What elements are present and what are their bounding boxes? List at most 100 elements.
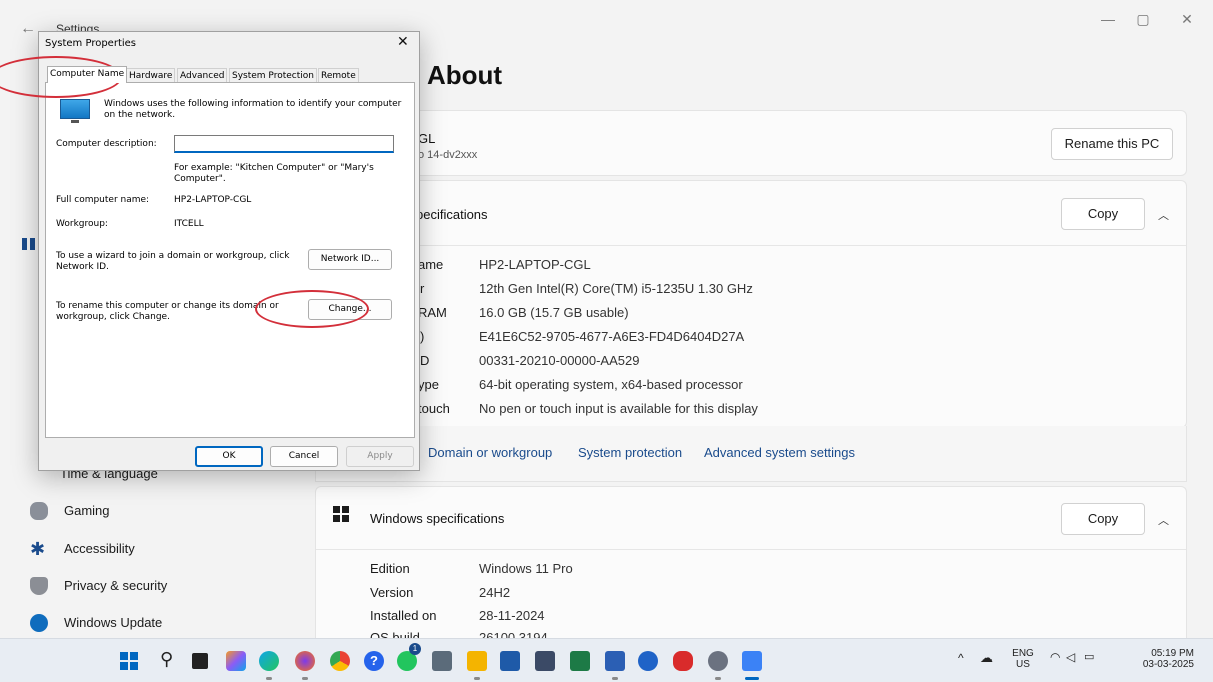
gamepad-icon bbox=[30, 502, 48, 520]
accessibility-icon: ✱ bbox=[30, 539, 46, 559]
dialog-title: System Properties bbox=[45, 38, 137, 49]
firefox-icon[interactable] bbox=[295, 651, 315, 671]
edge-icon[interactable] bbox=[259, 651, 279, 671]
computer-description-input[interactable] bbox=[174, 135, 394, 153]
example-text: For example: "Kitchen Computer" or "Mary… bbox=[174, 163, 374, 184]
copy-windows-specs-button[interactable]: Copy bbox=[1061, 503, 1145, 535]
copy-device-specs-button[interactable]: Copy bbox=[1061, 198, 1145, 230]
spec-value-processor: 12th Gen Intel(R) Core(TM) i5-1235U 1.30… bbox=[479, 281, 753, 296]
spec-label: ame bbox=[418, 257, 444, 272]
clock-date: 03-03-2025 bbox=[1142, 659, 1194, 670]
spec-label-os-build: OS build bbox=[370, 630, 420, 638]
running-indicator bbox=[302, 677, 308, 680]
control-panel-icon[interactable] bbox=[500, 651, 520, 671]
intro-text: Windows uses the following information t… bbox=[104, 99, 402, 120]
system-protection-link[interactable]: System protection bbox=[578, 445, 682, 460]
spec-value-product-id: 00331-20210-00000-AA529 bbox=[479, 353, 640, 368]
teams-icon[interactable] bbox=[638, 651, 658, 671]
battery-icon[interactable]: ▭ bbox=[1084, 652, 1094, 663]
word-icon[interactable] bbox=[605, 651, 625, 671]
domain-or-workgroup-link[interactable]: Domain or workgroup bbox=[428, 445, 552, 460]
help-icon[interactable]: ? bbox=[364, 651, 384, 671]
spec-value-device-name: HP2-LAPTOP-CGL bbox=[479, 257, 591, 272]
chevron-up-icon[interactable]: ︿ bbox=[1158, 512, 1169, 528]
taskbar: ⚲ ? 1 ^ ☁ ENG US ◠ ◁ ▭ 05:19 PM 03-03-20… bbox=[0, 638, 1213, 682]
advanced-system-settings-link[interactable]: Advanced system settings bbox=[704, 445, 855, 460]
spec-label-installed-on: Installed on bbox=[370, 608, 437, 623]
language-code: ENG bbox=[1012, 648, 1034, 659]
snipping-tool-icon[interactable] bbox=[535, 651, 555, 671]
calculator-icon[interactable] bbox=[432, 651, 452, 671]
spec-value-version: 24H2 bbox=[479, 585, 511, 600]
file-explorer-icon[interactable] bbox=[467, 651, 487, 671]
wifi-icon[interactable]: ◠ bbox=[1050, 651, 1060, 663]
windows-logo-icon bbox=[333, 506, 349, 522]
active-indicator bbox=[745, 677, 759, 680]
windows-update-icon bbox=[30, 614, 48, 632]
spec-label: RAM bbox=[418, 305, 447, 320]
spec-value-device-id: E41E6C52-9705-4677-A6E3-FD4D6404D27A bbox=[479, 329, 745, 344]
full-computer-name-label: Full computer name: bbox=[56, 195, 150, 205]
computer-name-panel: Windows uses the following information t… bbox=[45, 82, 415, 438]
spec-value-pen-touch: No pen or touch input is available for t… bbox=[479, 401, 758, 416]
back-arrow-icon[interactable]: ← bbox=[20, 20, 36, 38]
change-button[interactable]: Change... bbox=[308, 299, 392, 320]
system-properties-dialog: System Properties ✕ Computer Name Hardwa… bbox=[38, 31, 420, 471]
clock[interactable]: 05:19 PM 03-03-2025 bbox=[1136, 648, 1194, 670]
sidebar-item-icon-fragment bbox=[22, 238, 27, 250]
region-code: US bbox=[1016, 659, 1030, 670]
spec-label-edition: Edition bbox=[370, 561, 410, 576]
apply-button[interactable]: Apply bbox=[346, 446, 414, 467]
running-indicator bbox=[474, 677, 480, 680]
device-name-card: GL o 14-dv2xxx Rename this PC bbox=[315, 110, 1187, 176]
tab-hardware[interactable]: Hardware bbox=[126, 68, 176, 83]
tab-computer-name[interactable]: Computer Name bbox=[47, 66, 128, 83]
running-indicator bbox=[612, 677, 618, 680]
dialog-close-icon[interactable]: ✕ bbox=[397, 34, 409, 50]
language-indicator[interactable]: ENG US bbox=[1012, 648, 1034, 670]
anydesk-icon[interactable] bbox=[673, 651, 693, 671]
chrome-icon[interactable] bbox=[330, 651, 350, 671]
running-indicator bbox=[715, 677, 721, 680]
minimize-button[interactable]: — bbox=[1093, 8, 1123, 30]
onedrive-icon[interactable]: ☁ bbox=[980, 651, 993, 664]
divider bbox=[316, 549, 1186, 550]
excel-icon[interactable] bbox=[570, 651, 590, 671]
spec-label: ) bbox=[420, 329, 425, 344]
spec-label: D bbox=[420, 353, 430, 368]
windows-specifications-card: Windows specifications Copy ︿ Edition Wi… bbox=[315, 486, 1187, 638]
volume-icon[interactable]: ◁ bbox=[1066, 651, 1075, 663]
settings-gear-icon[interactable] bbox=[708, 651, 728, 671]
page-title: About bbox=[427, 60, 503, 90]
chevron-up-icon[interactable]: ^ bbox=[958, 652, 964, 664]
search-icon[interactable]: ⚲ bbox=[160, 649, 173, 670]
spec-label: touch bbox=[418, 401, 450, 416]
shield-icon bbox=[30, 577, 48, 595]
copilot-icon[interactable] bbox=[226, 651, 246, 671]
tab-system-protection[interactable]: System Protection bbox=[229, 68, 317, 83]
task-view-icon[interactable] bbox=[192, 653, 208, 669]
spec-label: ype bbox=[418, 377, 439, 392]
full-computer-name-value: HP2-LAPTOP-CGL bbox=[174, 195, 252, 205]
rename-text: To rename this computer or change its do… bbox=[56, 301, 279, 322]
tab-advanced[interactable]: Advanced bbox=[177, 68, 228, 83]
cancel-button[interactable]: Cancel bbox=[270, 446, 338, 467]
pc-model: o 14-dv2xxx bbox=[418, 149, 478, 161]
ok-button[interactable]: OK bbox=[195, 446, 263, 467]
whatsapp-badge: 1 bbox=[409, 643, 421, 655]
spec-value-os-build: 26100.3194 bbox=[479, 630, 548, 638]
system-properties-icon[interactable] bbox=[742, 651, 762, 671]
sidebar-item-icon-fragment bbox=[30, 238, 35, 250]
tab-remote[interactable]: Remote bbox=[318, 68, 359, 83]
network-id-button[interactable]: Network ID... bbox=[308, 249, 392, 270]
start-button[interactable] bbox=[120, 652, 138, 670]
computer-description-label: Computer description: bbox=[56, 139, 157, 149]
chevron-up-icon[interactable]: ︿ bbox=[1158, 207, 1169, 223]
computer-monitor-icon bbox=[60, 99, 90, 125]
maximize-button[interactable]: ▢ bbox=[1128, 8, 1158, 30]
workgroup-value: ITCELL bbox=[174, 219, 204, 229]
rename-pc-button[interactable]: Rename this PC bbox=[1051, 128, 1173, 160]
close-window-button[interactable]: ✕ bbox=[1172, 8, 1202, 30]
device-specifications-title: pecifications bbox=[416, 207, 488, 222]
wizard-text: To use a wizard to join a domain or work… bbox=[56, 251, 290, 272]
